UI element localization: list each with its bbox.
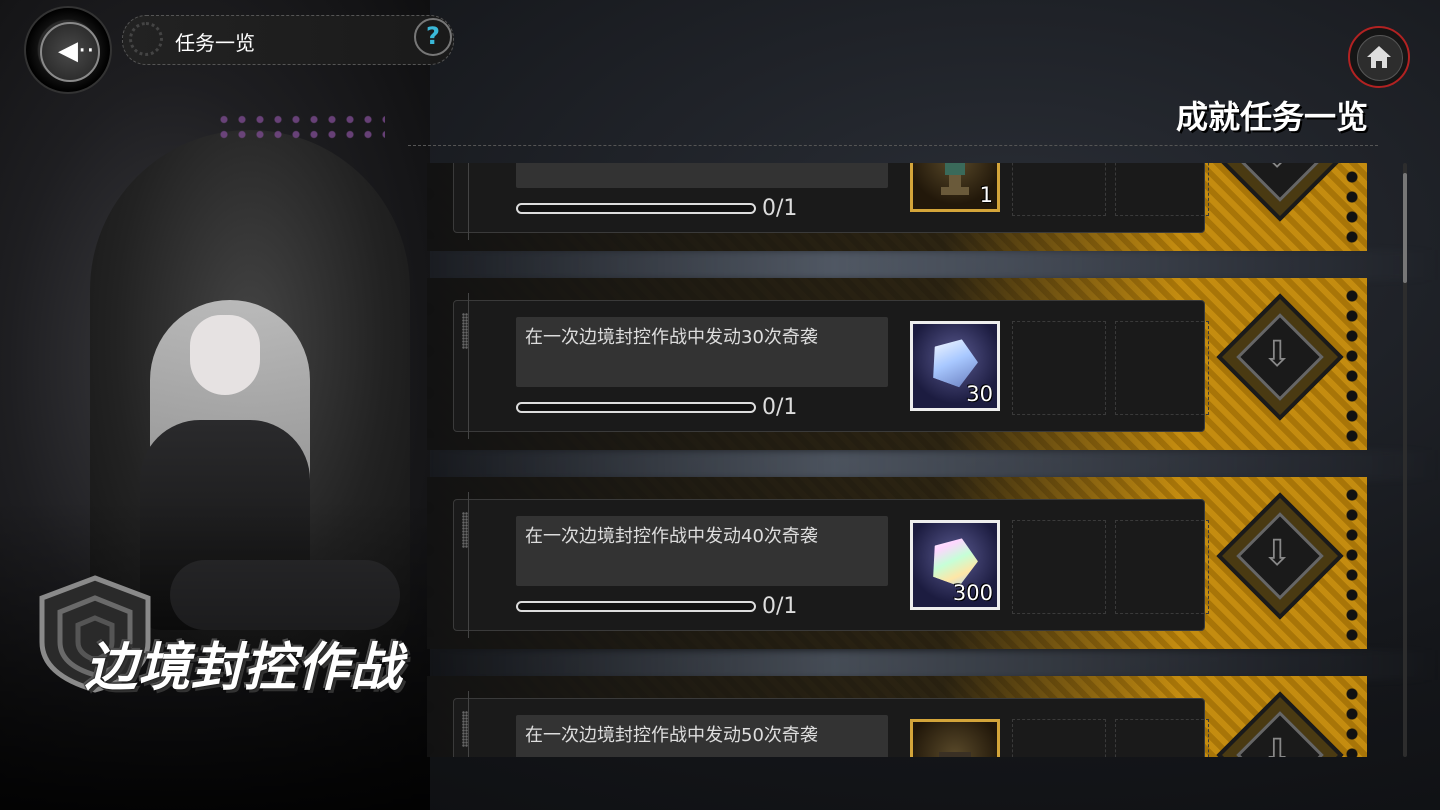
mission-description-box: 在一次边境封控作战中发动50次奇袭 <box>516 715 888 757</box>
download-arrow-icon: ⇩ <box>1262 533 1293 574</box>
empty-reward-slot <box>1115 321 1209 415</box>
row-right-notch <box>1345 286 1359 442</box>
mission-progress-text: 0/1 <box>762 395 798 420</box>
card-grip <box>462 512 468 548</box>
claim-button[interactable]: ⇩ <box>1216 489 1344 637</box>
help-icon: ? <box>426 22 440 50</box>
chest-icon <box>939 752 971 757</box>
download-arrow-icon: ⇩ <box>1262 163 1292 176</box>
title-bar: 任务一览 <box>122 15 454 65</box>
row-right-notch <box>1345 163 1359 243</box>
mission-progress-bar <box>516 601 756 612</box>
back-button[interactable]: ◀·· <box>24 6 112 94</box>
empty-reward-slot <box>1012 163 1106 216</box>
mission-description-box <box>516 163 888 188</box>
mission-row: 在一次边境封控作战中发动30次奇袭 0/1 30 ⇩ <box>427 278 1367 450</box>
empty-reward-slot <box>1012 321 1106 415</box>
empty-reward-slot <box>1115 520 1209 614</box>
mission-card: 在一次边境封控作战中发动30次奇袭 0/1 30 <box>453 293 1209 439</box>
reward-item[interactable] <box>910 719 1000 757</box>
mission-progress-text: 0/1 <box>762 196 798 221</box>
mission-progress-bar <box>516 203 756 214</box>
reward-quantity: 1 <box>979 183 993 207</box>
page-heading: 成就任务一览 <box>1175 98 1368 136</box>
empty-reward-slot <box>1115 163 1209 216</box>
mission-card: 0/1 1 <box>453 163 1209 240</box>
mission-description: 在一次边境封控作战中发动50次奇袭 <box>525 725 818 746</box>
empty-reward-slot <box>1012 520 1106 614</box>
mission-row: 在一次边境封控作战中发动50次奇袭 ⇩ <box>427 676 1367 757</box>
download-arrow-icon: ⇩ <box>1262 334 1293 375</box>
gear-icon <box>129 22 163 56</box>
reward-item[interactable]: 30 <box>910 321 1000 411</box>
home-icon <box>1367 46 1391 68</box>
row-right-notch <box>1345 485 1359 641</box>
mission-progress-text: 0/1 <box>762 594 798 619</box>
reward-item[interactable]: 1 <box>910 163 1000 212</box>
download-arrow-icon: ⇩ <box>1262 732 1293 757</box>
mission-description-box: 在一次边境封控作战中发动40次奇袭 <box>516 516 888 586</box>
home-button[interactable] <box>1348 26 1410 88</box>
reward-quantity: 30 <box>966 382 993 406</box>
help-button[interactable]: ? <box>414 18 452 56</box>
mission-description: 在一次边境封控作战中发动40次奇袭 <box>525 526 818 547</box>
heading-divider <box>408 145 1378 146</box>
card-grip <box>462 313 468 349</box>
mission-description: 在一次边境封控作战中发动30次奇袭 <box>525 327 818 348</box>
row-edge-notch <box>427 487 435 637</box>
mission-card: 在一次边境封控作战中发动50次奇袭 <box>453 691 1209 757</box>
empty-reward-slot <box>1012 719 1106 757</box>
mission-list[interactable]: 0/1 1 ⇩ 在一次边境封控作战中发动3 <box>427 163 1367 757</box>
list-scrollbar[interactable] <box>1403 163 1407 757</box>
reward-quantity: 300 <box>952 581 993 605</box>
row-right-notch <box>1345 684 1359 757</box>
claim-button[interactable]: ⇩ <box>1216 163 1344 239</box>
event-title: 边境封控作战 <box>85 638 404 698</box>
row-edge-notch <box>427 163 435 239</box>
mission-progress-bar <box>516 402 756 413</box>
row-edge-notch <box>427 686 435 757</box>
row-edge-notch <box>427 288 435 438</box>
mission-card: 在一次边境封控作战中发动40次奇袭 0/1 300 <box>453 492 1209 638</box>
art-purple-dots <box>215 112 385 142</box>
back-button-face: ◀·· <box>40 22 100 82</box>
mission-row: 0/1 1 ⇩ <box>427 163 1367 251</box>
card-grip <box>462 711 468 747</box>
reward-item[interactable]: 300 <box>910 520 1000 610</box>
empty-reward-slot <box>1115 719 1209 757</box>
character-face <box>190 315 260 395</box>
mission-row: 在一次边境封控作战中发动40次奇袭 0/1 300 ⇩ <box>427 477 1367 649</box>
screen-title: 任务一览 <box>175 31 255 55</box>
claim-button[interactable]: ⇩ <box>1216 688 1344 757</box>
mission-description-box: 在一次边境封控作战中发动30次奇袭 <box>516 317 888 387</box>
claim-button[interactable]: ⇩ <box>1216 290 1344 438</box>
scrollbar-thumb[interactable] <box>1403 173 1407 283</box>
back-arrow-icon: ◀·· <box>58 36 95 66</box>
